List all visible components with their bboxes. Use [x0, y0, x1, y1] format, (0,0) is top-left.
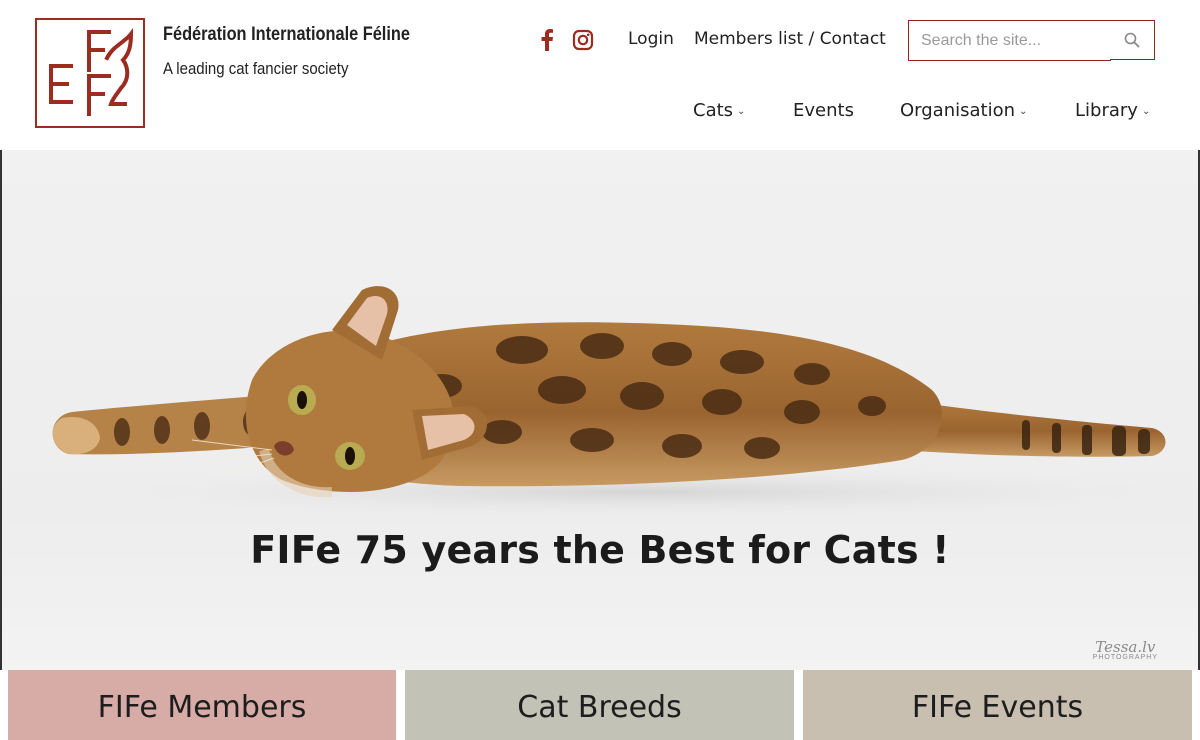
tile-label: Cat Breeds: [517, 689, 682, 725]
fife-logo-icon: [49, 28, 134, 116]
photo-credit: Tessa.lv PHOTOGRAPHY: [1093, 638, 1158, 661]
search-icon: [1124, 32, 1140, 48]
members-contact-link[interactable]: Members list / Contact: [694, 29, 886, 49]
facebook-icon: [541, 29, 553, 51]
tile-fife-events[interactable]: FIFe Events: [803, 670, 1192, 740]
photo-credit-label: PHOTOGRAPHY: [1092, 654, 1158, 661]
fife-logo[interactable]: [35, 18, 145, 128]
facebook-link[interactable]: [535, 28, 559, 52]
hero-banner[interactable]: FIFe 75 years the Best for Cats ! Tessa.…: [0, 150, 1200, 670]
nav-item-label: Cats: [693, 100, 734, 121]
tile-cat-breeds[interactable]: Cat Breeds: [405, 670, 794, 740]
instagram-icon: [572, 29, 594, 51]
tile-label: FIFe Events: [911, 689, 1084, 725]
chevron-down-icon: ⌄: [1019, 106, 1028, 117]
site-tagline: A leading cat fancier society: [163, 59, 349, 78]
nav-item-cats[interactable]: Cats ⌄: [693, 100, 745, 121]
nav-item-label: Events: [793, 100, 854, 121]
search-button[interactable]: [1110, 20, 1155, 60]
nav-item-label: Organisation: [900, 100, 1016, 121]
nav-item-events[interactable]: Events: [793, 100, 854, 121]
site-header: Fédération Internationale Féline A leadi…: [0, 0, 1200, 150]
tile-label: FIFe Members: [97, 689, 307, 725]
chevron-down-icon: ⌄: [737, 106, 746, 117]
instagram-link[interactable]: [571, 28, 595, 52]
tile-fife-members[interactable]: FIFe Members: [8, 670, 396, 740]
nav-item-label: Library: [1075, 100, 1138, 121]
bengal-cat-image: [52, 286, 1198, 518]
search-input[interactable]: [908, 20, 1111, 61]
chevron-down-icon: ⌄: [1141, 106, 1151, 117]
login-link[interactable]: Login: [628, 29, 674, 49]
site-title[interactable]: Fédération Internationale Féline: [163, 24, 410, 46]
hero-title: FIFe 75 years the Best for Cats !: [250, 528, 950, 572]
nav-item-library[interactable]: Library ⌄: [1075, 100, 1150, 121]
nav-item-organisation[interactable]: Organisation ⌄: [900, 100, 1027, 121]
